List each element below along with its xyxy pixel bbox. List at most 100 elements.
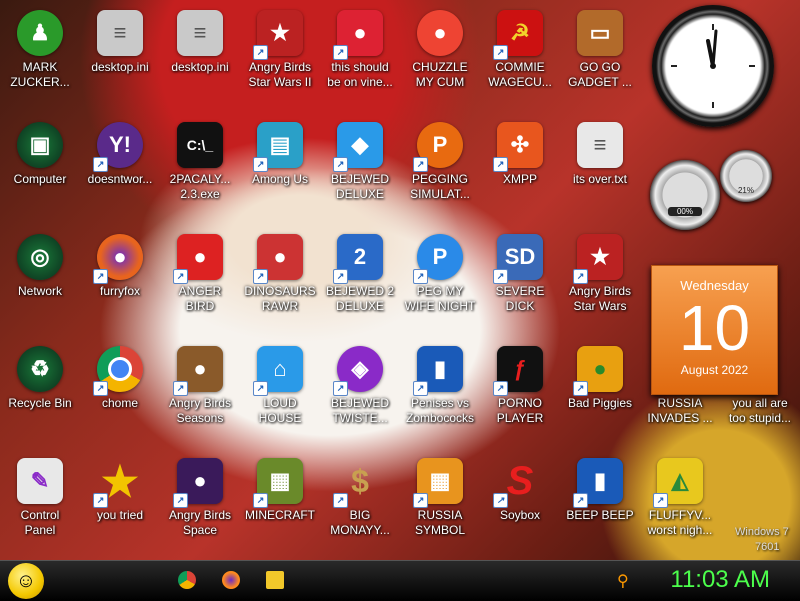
desktop[interactable]: ♟ MARK ZUCKER... ≡ desktop.ini ≡ desktop.in… xyxy=(0,0,800,560)
desktop-icon-this-should-be-on-vine[interactable]: ● ↗ this should be on vine... xyxy=(320,0,400,108)
bejeweled-twist-icon: ◈ ↗ xyxy=(333,346,383,396)
smiley-icon: ☺ xyxy=(15,569,37,592)
desktop-icon-angry-birds-star-wars-2[interactable]: ★ ↗ Angry Birds Star Wars II xyxy=(240,0,320,108)
computer-icon: ▣ xyxy=(17,122,63,168)
cpu-meter-value: 00% xyxy=(668,207,702,216)
desktop-icon-loud-house[interactable]: ⌂ ↗ LOUD HOUSE xyxy=(240,336,320,444)
windows-watermark: Windows 7 7601 xyxy=(735,525,789,555)
desktop-icon-dinosaurs-rawr[interactable]: ● ↗ DINOSAURS RAWR xyxy=(240,224,320,332)
network-icon: ◎ xyxy=(17,234,63,280)
taskbar: ☺ ⚲ 11:03 AM xyxy=(0,560,800,601)
chrome-taskbar-icon[interactable] xyxy=(178,571,196,589)
star-icon: ★ ↗ xyxy=(93,458,143,508)
peggle-icon: P ↗ xyxy=(413,234,463,284)
angry-bird-icon: ● ↗ xyxy=(173,458,223,508)
console-icon: C:\_ xyxy=(177,122,223,168)
desktop-icon-furryfox[interactable]: ● ↗ furryfox xyxy=(80,224,160,332)
firefox-icon: ● ↗ xyxy=(93,234,143,284)
yahoo-icon: Y! ↗ xyxy=(93,122,143,172)
control-panel-icon: ✎ xyxy=(17,458,63,504)
desktop-icon-chuzzle[interactable]: ● CHUZZLE MY CUM xyxy=(400,0,480,108)
desktop-icon-computer[interactable]: ▣ Computer xyxy=(0,112,80,220)
angry-bird-icon: ● ↗ xyxy=(333,10,383,60)
desktop-icon-porno-player[interactable]: ƒ ↗ PORNO PLAYER xyxy=(480,336,560,444)
firefox-taskbar-icon[interactable] xyxy=(222,571,240,589)
bad-piggies-icon: ● ↗ xyxy=(573,346,623,396)
desktop-icon-fluffyv[interactable]: ◭ ↗ FLUFFYV... worst nigh... xyxy=(640,448,720,556)
desktop-icon-you-tried[interactable]: ★ ↗ you tried xyxy=(80,448,160,556)
desktop-icon-minecraft[interactable]: ▦ ↗ MINECRAFT xyxy=(240,448,320,556)
watermark-line-1: Windows 7 xyxy=(735,526,789,538)
desktop-icon-xmpp[interactable]: ✣ ↗ XMPP xyxy=(480,112,560,220)
desktop-icon-recycle-bin[interactable]: ♻ Recycle Bin xyxy=(0,336,80,444)
hammer-sickle-icon: ☭ ↗ xyxy=(493,10,543,60)
text-file-icon: ≡ xyxy=(577,122,623,168)
angry-bird-icon: ★ ↗ xyxy=(253,10,303,60)
flash-icon: ƒ ↗ xyxy=(493,346,543,396)
desktop-icon-desktop-ini-2[interactable]: ≡ desktop.ini xyxy=(160,0,240,108)
sd-icon: SD ↗ xyxy=(493,234,543,284)
peggle-icon: P ↗ xyxy=(413,122,463,172)
xmpp-icon: ✣ ↗ xyxy=(493,122,543,172)
desktop-icon-among-us[interactable]: ▤ ↗ Among Us xyxy=(240,112,320,220)
chrome-icon: ↗ xyxy=(93,346,143,396)
clock-face-icon xyxy=(671,24,755,108)
document-icon: ≡ xyxy=(177,10,223,56)
taskbar-clock[interactable]: 11:03 AM xyxy=(670,566,770,594)
desktop-icon-doesntwork[interactable]: Y! ↗ doesntwor... xyxy=(80,112,160,220)
desktop-icon-pegging-simulator[interactable]: P ↗ PEGGING SIMULAT... xyxy=(400,112,480,220)
desktop-icon-bejewed-deluxe[interactable]: ◆ ↗ BEJEWED DELUXE xyxy=(320,112,400,220)
calendar-gadget[interactable]: Wednesday 10 August 2022 xyxy=(651,265,778,395)
chuzzle-icon: ● xyxy=(417,10,463,56)
desktop-icon-network[interactable]: ◎ Network xyxy=(0,224,80,332)
desktop-icon-2pacaly[interactable]: C:\_ 2PACALY... 2.3.exe xyxy=(160,112,240,220)
desktop-icon-penises-vs-zombococks[interactable]: ▮ ↗ Penises vs Zombococks xyxy=(400,336,480,444)
angry-bird-icon: ● ↗ xyxy=(253,234,303,284)
memory-meter-gadget[interactable]: 21% xyxy=(720,150,772,202)
money-bag-icon: $ ↗ xyxy=(333,458,383,508)
blue-book-icon: ▮ ↗ xyxy=(413,346,463,396)
watermark-line-2: 7601 xyxy=(755,541,780,553)
desktop-icon-bad-piggies[interactable]: ● ↗ Bad Piggies xyxy=(560,336,640,444)
desktop-icon-chome[interactable]: ↗ chome xyxy=(80,336,160,444)
desktop-icon-desktop-ini-1[interactable]: ≡ desktop.ini xyxy=(80,0,160,108)
calendar-day: 10 xyxy=(678,292,751,364)
desktop-icon-bejewed-2-deluxe[interactable]: 2 ↗ BEJEWED 2 DELUXE xyxy=(320,224,400,332)
desktop-icon-big-monayy[interactable]: $ ↗ BIG MONAYY... xyxy=(320,448,400,556)
clock-gadget[interactable] xyxy=(652,5,774,127)
document-icon: ≡ xyxy=(97,10,143,56)
green-pawn-icon: ♟ xyxy=(17,10,63,56)
s-logo-icon: S ↗ xyxy=(493,458,543,508)
desktop-icon-mark-zucker[interactable]: ♟ MARK ZUCKER... xyxy=(0,0,80,108)
game-art-icon: ◭ ↗ xyxy=(653,458,703,508)
start-button[interactable]: ☺ xyxy=(8,563,44,599)
desktop-icon-angry-birds-space[interactable]: ● ↗ Angry Birds Space xyxy=(160,448,240,556)
minecraft-icon: ▦ ↗ xyxy=(253,458,303,508)
desktop-icon-its-over-txt[interactable]: ≡ its over.txt xyxy=(560,112,640,220)
angry-bird-icon: ★ ↗ xyxy=(573,234,623,284)
memory-meter-value: 21% xyxy=(737,186,754,195)
calendar-month-year: August 2022 xyxy=(680,363,749,377)
desktop-icon-angry-birds-star-wars[interactable]: ★ ↗ Angry Birds Star Wars xyxy=(560,224,640,332)
desktop-icon-commie[interactable]: ☭ ↗ COMMIE WAGECU... xyxy=(480,0,560,108)
desktop-icon-go-go-gadget[interactable]: ▭ GO GO GADGET ... xyxy=(560,0,640,108)
desktop-icon-anger-bird[interactable]: ● ↗ ANGER BIRD xyxy=(160,224,240,332)
desktop-icon-soybox[interactable]: S ↗ Soybox xyxy=(480,448,560,556)
loud-house-icon: ⌂ ↗ xyxy=(253,346,303,396)
search-icon[interactable]: ⚲ xyxy=(617,571,629,591)
cpu-meter-gadget[interactable]: 00% xyxy=(650,160,720,230)
desktop-icon-control-panel[interactable]: ✎ Control Panel xyxy=(0,448,80,556)
angry-bird-icon: ● ↗ xyxy=(173,346,223,396)
desktop-icon-severe-dick[interactable]: SD ↗ SEVERE DICK xyxy=(480,224,560,332)
desktop-icon-peg-my-wife-night[interactable]: P ↗ PEG MY WIFE NIGHT xyxy=(400,224,480,332)
calendar-weekday: Wednesday xyxy=(680,278,749,293)
desktop-icon-bejewed-twist[interactable]: ◈ ↗ BEJEWED TWISTE... xyxy=(320,336,400,444)
blue-book-icon: ▮ ↗ xyxy=(573,458,623,508)
bejeweled-2-icon: 2 ↗ xyxy=(333,234,383,284)
briefcase-icon: ▭ xyxy=(577,10,623,56)
desktop-icon-russia-symbol[interactable]: ▦ ↗ RUSSIA SYMBOL xyxy=(400,448,480,556)
explorer-taskbar-icon[interactable] xyxy=(266,571,284,589)
orange-tiles-icon: ▦ ↗ xyxy=(413,458,463,508)
desktop-icon-angry-birds-seasons[interactable]: ● ↗ Angry Birds Seasons xyxy=(160,336,240,444)
desktop-icon-beep-beep[interactable]: ▮ ↗ BEEP BEEP xyxy=(560,448,640,556)
